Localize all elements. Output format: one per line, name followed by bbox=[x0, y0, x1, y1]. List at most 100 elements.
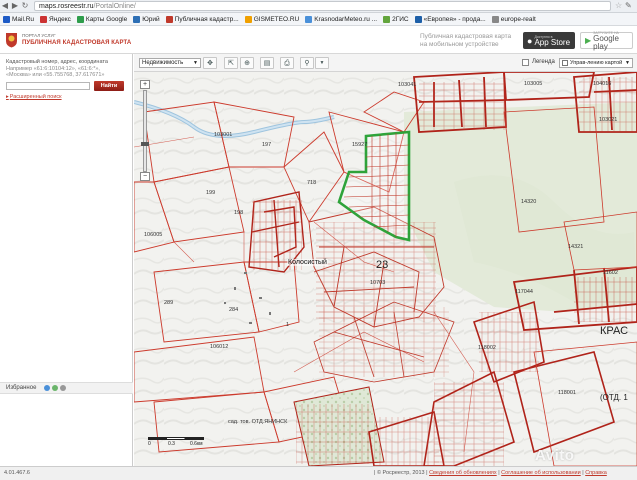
realty-type-select[interactable]: Недвижимость ▼ bbox=[139, 58, 201, 68]
bookmark-item[interactable]: Карты Google bbox=[76, 15, 128, 23]
favorites-bar: Избранное bbox=[0, 382, 133, 394]
map-toolbar: Недвижимость ▼ ✥ ⇱ ⊕ ▤ ⎙ ⚲ ▼ Легенда Упра… bbox=[134, 54, 637, 72]
advanced-search-link[interactable]: ▸Расширенный поиск bbox=[6, 94, 62, 100]
scale-label: 0.3 bbox=[168, 441, 175, 447]
bookmark-label: KrasnodarMeteo.ru ... bbox=[314, 15, 378, 23]
version-label: 4.01.467.6 bbox=[4, 470, 30, 476]
search-input[interactable] bbox=[6, 82, 90, 90]
bookmark-label: europe-realt bbox=[500, 15, 536, 23]
zoom-tool-icon[interactable]: ⊕ bbox=[240, 57, 254, 69]
parcel-label: 15927 bbox=[352, 142, 368, 148]
bookmark-item[interactable]: GISMETEO.RU bbox=[244, 15, 299, 23]
parcel-label: 289 bbox=[164, 300, 174, 306]
parcel-label: 14320 bbox=[521, 199, 537, 205]
help-link[interactable]: Справка bbox=[585, 470, 607, 476]
block-number-label: 23 bbox=[376, 259, 389, 271]
bookmark-label: Юрий bbox=[142, 15, 160, 23]
scale-label: 0.6км bbox=[190, 441, 203, 447]
expand-arrow-icon: ▸ bbox=[6, 94, 9, 100]
zoom-slider[interactable] bbox=[143, 90, 147, 172]
pan-tool-icon[interactable]: ✥ bbox=[203, 57, 217, 69]
parcel-label: 104016 bbox=[593, 81, 612, 87]
cadastral-map[interactable]: 103041 103005 104016 103021 103001 197 1… bbox=[134, 72, 637, 466]
updates-link[interactable]: Сведения об обновлениях bbox=[429, 470, 497, 476]
bookmark-item[interactable]: 2ГИС bbox=[383, 15, 409, 23]
coat-of-arms-icon bbox=[6, 33, 17, 48]
bookmark-item[interactable]: Публичная кадастр... bbox=[165, 15, 239, 23]
reload-icon[interactable]: ↻ bbox=[20, 1, 30, 11]
favorites-delete-icon[interactable] bbox=[60, 385, 66, 391]
favorites-folder-icon[interactable] bbox=[52, 385, 58, 391]
bookmark-label: «Европея» - прода... bbox=[423, 15, 486, 23]
parcel-label: 103005 bbox=[524, 81, 543, 87]
parcel-label: 11602 bbox=[603, 270, 618, 276]
status-bar: 4.01.467.6 | © Росреестр, 2013 | Сведени… bbox=[0, 466, 637, 480]
bookmark-favicon-icon bbox=[165, 15, 173, 23]
parcel-label: 118002 bbox=[478, 345, 496, 351]
bookmark-favicon-icon bbox=[414, 15, 422, 23]
bookmark-label: Mail.Ru bbox=[12, 15, 35, 23]
url-field[interactable]: maps.rosreestr.ru/PortalOnline/ bbox=[34, 1, 611, 11]
parcel-label: (ОТД. 1 bbox=[600, 393, 628, 402]
avito-watermark: Avito bbox=[535, 447, 575, 464]
parcel-label: 117044 bbox=[515, 289, 533, 295]
bookmark-label: 2ГИС bbox=[392, 15, 409, 23]
parcel-label: 106012 bbox=[210, 344, 229, 350]
bookmark-label: Карты Google bbox=[85, 15, 128, 23]
favorites-label: Избранное bbox=[6, 385, 37, 391]
bookmark-label: Яндекс bbox=[49, 15, 71, 23]
back-icon[interactable]: ◀ bbox=[0, 1, 10, 11]
parcel-label: 103021 bbox=[599, 117, 618, 123]
favorites-add-icon[interactable] bbox=[44, 385, 50, 391]
bookmark-favicon-icon bbox=[40, 15, 48, 23]
scale-label: 0 bbox=[148, 441, 151, 447]
legend-label: Легенда bbox=[532, 59, 555, 65]
wrench-icon[interactable]: ✎ bbox=[625, 1, 637, 11]
measure-tool-icon[interactable]: ⚲ bbox=[300, 57, 314, 69]
bookmark-favicon-icon bbox=[133, 15, 141, 23]
bookmark-item[interactable]: Mail.Ru bbox=[3, 15, 35, 23]
parcel-label: 284 bbox=[229, 307, 239, 313]
bookmark-favicon-icon bbox=[305, 15, 313, 23]
parcel-label: 197 bbox=[262, 142, 272, 148]
parcel-label: 10703 bbox=[370, 280, 386, 286]
bookmark-favicon-icon bbox=[491, 15, 499, 23]
layers-tool-icon[interactable]: ▤ bbox=[260, 57, 274, 69]
zoom-control: + − bbox=[140, 80, 150, 181]
google-play-badge[interactable]: ▶ ЗАГРУЗИТЕ НА Google play bbox=[580, 31, 633, 50]
identify-tool-icon[interactable]: ⇱ bbox=[224, 57, 238, 69]
zoom-slider-thumb[interactable] bbox=[141, 142, 149, 146]
parcel-label: сад. тов. ОТД.ЯНИНСК bbox=[228, 419, 288, 425]
bookmark-item[interactable]: Яндекс bbox=[40, 15, 71, 23]
zoom-in-button[interactable]: + bbox=[140, 80, 150, 89]
parcel-label: 198 bbox=[234, 210, 244, 216]
portal-small-label: ПОРТАЛ УСЛУГ bbox=[22, 33, 56, 38]
map-type-select[interactable]: Управ-лению картой ▼ bbox=[559, 58, 633, 68]
site-header: ПОРТАЛ УСЛУГ ПУБЛИЧНАЯ КАДАСТРОВАЯ КАРТА… bbox=[0, 27, 637, 54]
bookmark-favicon-icon bbox=[76, 15, 84, 23]
bookmark-item[interactable]: «Европея» - прода... bbox=[414, 15, 486, 23]
measure-dropdown-icon[interactable]: ▼ bbox=[315, 57, 329, 69]
bookmark-star-icon[interactable]: ☆ bbox=[615, 1, 625, 11]
parcel-label: 118001 bbox=[558, 390, 576, 396]
legend-checkbox[interactable] bbox=[522, 59, 529, 66]
parcel-label: 106005 bbox=[144, 232, 163, 238]
search-hint: Кадастровый номер, адрес, координата Нап… bbox=[6, 59, 108, 78]
play-icon: ▶ bbox=[585, 36, 592, 45]
appstore-badge[interactable]: ● Доступно в App Store bbox=[523, 32, 575, 49]
parcel-label: 199 bbox=[206, 190, 216, 196]
bookmark-favicon-icon bbox=[244, 15, 252, 23]
bookmarks-bar: Mail.Ru Яндекс Карты Google Юрий Публичная к… bbox=[0, 13, 637, 26]
find-button[interactable]: Найти bbox=[94, 81, 124, 91]
zoom-out-button[interactable]: − bbox=[140, 172, 150, 181]
bookmark-favicon-icon bbox=[3, 15, 10, 23]
forward-icon[interactable]: ▶ bbox=[10, 1, 20, 11]
print-tool-icon[interactable]: ⎙ bbox=[280, 57, 294, 69]
bookmark-label: Публичная кадастр... bbox=[174, 15, 239, 23]
bookmark-item[interactable]: KrasnodarMeteo.ru ... bbox=[305, 15, 378, 23]
terms-link[interactable]: Соглашение об использовании bbox=[501, 470, 581, 476]
bookmark-item[interactable]: europe-realt bbox=[491, 15, 536, 23]
portal-title[interactable]: ПУБЛИЧНАЯ КАДАСТРОВАЯ КАРТА bbox=[22, 40, 131, 46]
mobile-promo: Публичная кадастровая карта на мобильном… bbox=[420, 33, 512, 48]
bookmark-item[interactable]: Юрий bbox=[133, 15, 160, 23]
